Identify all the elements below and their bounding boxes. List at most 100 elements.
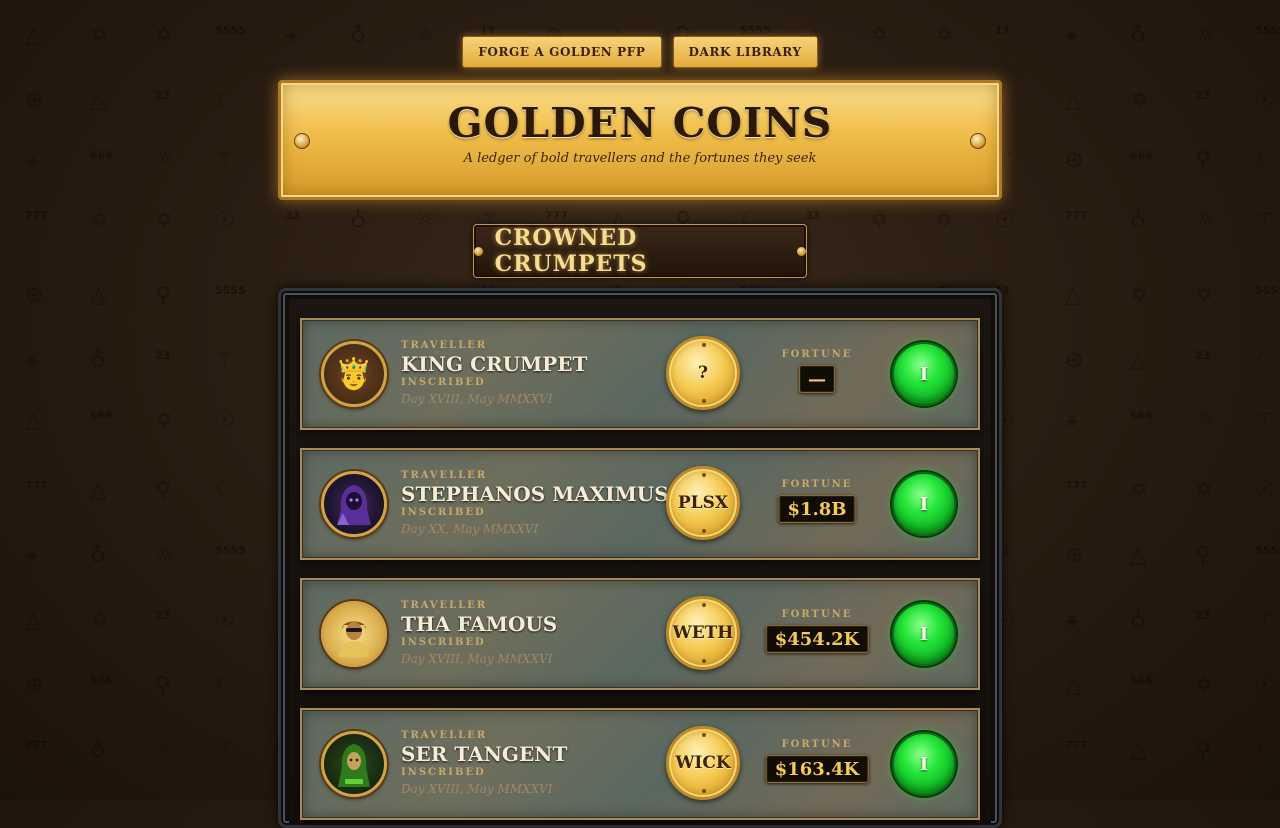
background-number: 777 xyxy=(1065,739,1088,752)
coin-dot-icon xyxy=(702,659,706,663)
dark-library-button[interactable]: DARK LIBRARY xyxy=(672,36,818,68)
background-number: 666 xyxy=(1130,149,1153,162)
background-number: 5555 xyxy=(215,24,246,37)
page-title: GOLDEN COINS xyxy=(447,99,833,147)
golden-portrait-icon xyxy=(339,621,369,657)
inscribed-date: Day XVIII, May MMXXVI xyxy=(401,392,553,406)
forge-golden-pfp-button[interactable]: FORGE A GOLDEN PFP xyxy=(462,36,662,68)
coin-badge[interactable]: WETH xyxy=(666,596,740,670)
page-subtitle: A ledger of bold travellers and the fort… xyxy=(463,151,817,166)
background-symbol-icon: ⚹ xyxy=(25,148,39,173)
background-symbol-icon: ⚚ xyxy=(1255,208,1275,233)
traveller-label: TRAVELLER xyxy=(401,470,488,481)
section-title: CROWNED CRUMPETS xyxy=(494,225,648,277)
background-symbol-icon: ☼ xyxy=(155,148,175,173)
coin-dot-icon xyxy=(702,603,706,607)
background-symbol-icon: ⚹ xyxy=(1065,408,1079,433)
background-number: 11 xyxy=(995,24,1011,37)
title-banner: GOLDEN COINS A ledger of bold travellers… xyxy=(278,80,1002,200)
background-symbol-icon: ✡ xyxy=(870,208,889,233)
background-symbol-icon: ♁ xyxy=(350,208,367,233)
rank-badge[interactable]: I xyxy=(892,342,956,406)
background-symbol-icon: ⚚ xyxy=(215,738,235,763)
background-number: 23 xyxy=(1195,349,1211,362)
rivet-icon xyxy=(970,133,986,149)
traveller-name[interactable]: THA FAMOUS xyxy=(401,612,557,636)
background-symbol-icon: ☼ xyxy=(1195,208,1215,233)
inscribed-label: INSCRIBED xyxy=(401,767,486,778)
section-heading-plate: CROWNED CRUMPETS xyxy=(473,224,807,278)
list-item[interactable]: TRAVELLER STEPHANOS MAXIMUS INSCRIBED Da… xyxy=(300,448,980,560)
background-symbol-icon: ⊕ xyxy=(25,673,44,698)
background-symbol-icon: ⚹ xyxy=(1065,608,1079,633)
background-number: 23 xyxy=(1195,609,1211,622)
rank-badge[interactable]: I xyxy=(892,732,956,796)
background-symbol-icon: ⚲ xyxy=(155,673,172,698)
coin-dot-icon xyxy=(702,399,706,403)
coin-badge[interactable]: WICK xyxy=(666,726,740,800)
background-symbol-icon: ☾ xyxy=(215,478,235,503)
rank-badge[interactable]: I xyxy=(892,472,956,536)
background-number: 777 xyxy=(25,479,48,492)
fortune-value: $454.2K xyxy=(765,625,869,653)
coin-symbol: WETH xyxy=(672,623,734,643)
background-number: 666 xyxy=(1130,409,1153,422)
background-symbol-icon: ⚚ xyxy=(215,348,235,373)
background-number: 777 xyxy=(1065,479,1088,492)
rank-badge[interactable]: I xyxy=(892,602,956,666)
coin-dot-icon xyxy=(702,473,706,477)
coin-dot-icon xyxy=(702,789,706,793)
background-symbol-icon: ✡ xyxy=(1130,88,1149,113)
background-symbol-icon: ⚲ xyxy=(155,478,172,503)
crowned-person-icon: 🤴 xyxy=(335,356,373,392)
background-number: 5555 xyxy=(1255,544,1280,557)
background-number: 5555 xyxy=(1255,284,1280,297)
list-item[interactable]: TRAVELLER SER TANGENT INSCRIBED Day XVII… xyxy=(300,708,980,820)
background-symbol-icon: ⚚ xyxy=(215,148,235,173)
traveller-label: TRAVELLER xyxy=(401,340,488,351)
background-symbol-icon: ⊕ xyxy=(1065,348,1084,373)
inscribed-date: Day XX, May MMXXVI xyxy=(401,522,539,536)
background-symbol-icon: ⚚ xyxy=(1255,408,1275,433)
traveller-name[interactable]: SER TANGENT xyxy=(401,742,567,766)
background-symbol-icon: △ xyxy=(90,478,107,503)
list-item[interactable]: TRAVELLER THA FAMOUS INSCRIBED Day XVIII… xyxy=(300,578,980,690)
background-symbol-icon: △ xyxy=(1130,348,1147,373)
inscribed-date: Day XVIII, May MMXXVI xyxy=(401,652,553,666)
background-number: 5555 xyxy=(740,24,771,37)
background-symbol-icon: ⊕ xyxy=(1065,543,1084,568)
fortune-label: FORTUNE xyxy=(781,739,853,750)
rivet-icon xyxy=(294,133,310,149)
background-symbol-icon: ☉ xyxy=(215,408,235,433)
background-symbol-icon: △ xyxy=(90,88,107,113)
background-symbol-icon: ☼ xyxy=(155,738,175,763)
background-symbol-icon: ✡ xyxy=(1195,673,1214,698)
background-symbol-icon: ☼ xyxy=(415,208,435,233)
background-symbol-icon: ✡ xyxy=(1195,283,1214,308)
background-symbol-icon: ♁ xyxy=(90,738,107,763)
coin-symbol: ? xyxy=(698,363,708,383)
background-symbol-icon: △ xyxy=(90,283,107,308)
background-number: 33 xyxy=(805,209,821,222)
background-number: 23 xyxy=(155,89,171,102)
list-item[interactable]: 🤴 TRAVELLER KING CRUMPET INSCRIBED Day X… xyxy=(300,318,980,430)
traveller-name[interactable]: KING CRUMPET xyxy=(401,352,587,376)
fortune-value: $1.8B xyxy=(778,495,856,523)
avatar: 🤴 xyxy=(321,341,387,407)
background-symbol-icon: ⚲ xyxy=(1195,543,1212,568)
background-symbol-icon: ♁ xyxy=(1130,608,1147,633)
background-symbol-icon: ✡ xyxy=(155,408,174,433)
background-number: 23 xyxy=(1195,89,1211,102)
top-navigation: FORGE A GOLDEN PFP DARK LIBRARY xyxy=(0,36,1280,68)
background-symbol-icon: ⊕ xyxy=(25,88,44,113)
traveller-name[interactable]: STEPHANOS MAXIMUS xyxy=(401,482,669,506)
coin-badge[interactable]: ? xyxy=(666,336,740,410)
background-symbol-icon: ⊕ xyxy=(1065,148,1084,173)
background-symbol-icon: ☼ xyxy=(1195,408,1215,433)
background-symbol-icon: ☉ xyxy=(1255,478,1275,503)
background-number: 777 xyxy=(545,209,568,222)
background-symbol-icon: ☉ xyxy=(995,208,1015,233)
coin-badge[interactable]: PLSX xyxy=(666,466,740,540)
inscribed-label: INSCRIBED xyxy=(401,507,486,518)
background-number: 666 xyxy=(90,409,113,422)
